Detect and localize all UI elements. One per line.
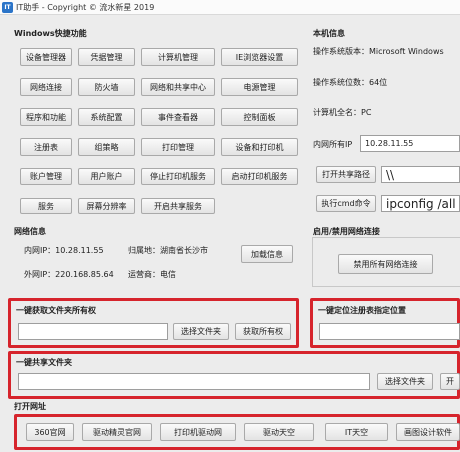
run-cmd-button[interactable]: 执行cmd命令 <box>316 195 376 212</box>
print-management-button[interactable]: 打印管理 <box>141 138 215 156</box>
os-bits-text: 操作系统位数：64位 <box>313 78 388 87</box>
computer-name-text: 计算机全名：PC <box>313 108 372 117</box>
control-panel-button[interactable]: 控制面板 <box>221 108 298 126</box>
start-printer-service-button[interactable]: 启动打印机服务 <box>221 168 298 185</box>
open-share-path-button[interactable]: 打开共享路径 <box>316 166 376 183</box>
main-window: Windows快捷功能 设备管理器 凭据管理 计算机管理 IE浏览器设置网络连接 防火墙… <box>0 15 460 452</box>
app-icon: IT <box>2 1 13 13</box>
enable-sharing-service-button[interactable]: 开启共享服务 <box>141 198 215 214</box>
share-folder-path-input[interactable] <box>18 373 370 390</box>
get-ownership-button[interactable]: 获取所有权 <box>235 323 291 340</box>
account-management-button[interactable]: 账户管理 <box>20 168 72 185</box>
isp-text: 运营商：电信 <box>128 270 176 279</box>
driver-sky-link-button[interactable]: 驱动天空 <box>244 423 314 441</box>
services-button[interactable]: 服务 <box>20 198 72 214</box>
os-version-text: 操作系统版本：Microsoft Windows <box>313 47 444 56</box>
site-360-link-button[interactable]: 360官网 <box>26 423 74 441</box>
share-path-input[interactable]: \\ <box>381 166 460 183</box>
load-info-button[interactable]: 加载信息 <box>241 245 293 263</box>
ie-settings-button[interactable]: IE浏览器设置 <box>221 48 298 66</box>
intranet-ip-select[interactable]: 10.28.11.55 <box>360 135 460 152</box>
registry-button[interactable]: 注册表 <box>20 138 72 156</box>
location-text: 归属地：湖南省长沙市 <box>128 246 208 255</box>
group-policy-button[interactable]: 组策略 <box>78 138 135 156</box>
screen-resolution-button[interactable]: 屏幕分辨率 <box>78 198 135 214</box>
network-info-label: 网络信息 <box>14 227 46 236</box>
share-choose-folder-button[interactable]: 选择文件夹 <box>377 373 433 390</box>
disable-all-nic-button[interactable]: 禁用所有网络连接 <box>338 254 433 274</box>
programs-features-button[interactable]: 程序和功能 <box>20 108 72 126</box>
intranet-ip-text: 内网IP：10.28.11.55 <box>24 246 104 255</box>
urls-highlight <box>14 414 460 450</box>
urls-label: 打开网址 <box>14 402 46 411</box>
stop-printer-service-button[interactable]: 停止打印机服务 <box>141 168 215 185</box>
registry-path-input[interactable] <box>319 323 460 340</box>
share-folder-label: 一键共享文件夹 <box>16 358 72 367</box>
network-connections-button[interactable]: 网络连接 <box>20 78 72 96</box>
registry-label: 一键定位注册表指定位置 <box>318 306 406 315</box>
event-viewer-button[interactable]: 事件查看器 <box>141 108 215 126</box>
system-config-button[interactable]: 系统配置 <box>78 108 135 126</box>
paint-design-link-button[interactable]: 画图设计软件 <box>396 423 460 441</box>
firewall-button[interactable]: 防火墙 <box>78 78 135 96</box>
share-open-button[interactable]: 开 <box>440 373 460 390</box>
devices-printers-button[interactable]: 设备和打印机 <box>221 138 298 156</box>
titlebar: IT IT助手 - Copyright © 流水新星 2019 <box>0 0 460 15</box>
extranet-ip-text: 外网IP：220.168.85.64 <box>24 270 114 279</box>
ownership-choose-folder-button[interactable]: 选择文件夹 <box>173 323 229 340</box>
printer-driver-link-button[interactable]: 打印机驱动网 <box>160 423 236 441</box>
window-title: IT助手 - Copyright © 流水新星 2019 <box>16 2 155 12</box>
it-sky-link-button[interactable]: IT天空 <box>325 423 388 441</box>
network-sharing-center-button[interactable]: 网络和共享中心 <box>141 78 215 96</box>
machine-info-label: 本机信息 <box>313 29 345 38</box>
driver-genius-link-button[interactable]: 驱动精灵官网 <box>82 423 152 441</box>
user-accounts-button[interactable]: 用户账户 <box>78 168 135 185</box>
ownership-path-input[interactable] <box>18 323 168 340</box>
ownership-label: 一键获取文件夹所有权 <box>16 306 96 315</box>
nic-label: 启用/禁用网络连接 <box>313 227 380 236</box>
credential-manager-button[interactable]: 凭据管理 <box>78 48 135 66</box>
computer-management-button[interactable]: 计算机管理 <box>141 48 215 66</box>
intranet-ip-label: 内网所有IP <box>313 140 353 149</box>
shortcuts-label: Windows快捷功能 <box>14 29 87 38</box>
cmd-input[interactable]: ipconfig /all <box>381 195 460 212</box>
device-manager-button[interactable]: 设备管理器 <box>20 48 72 66</box>
power-management-button[interactable]: 电源管理 <box>221 78 298 96</box>
